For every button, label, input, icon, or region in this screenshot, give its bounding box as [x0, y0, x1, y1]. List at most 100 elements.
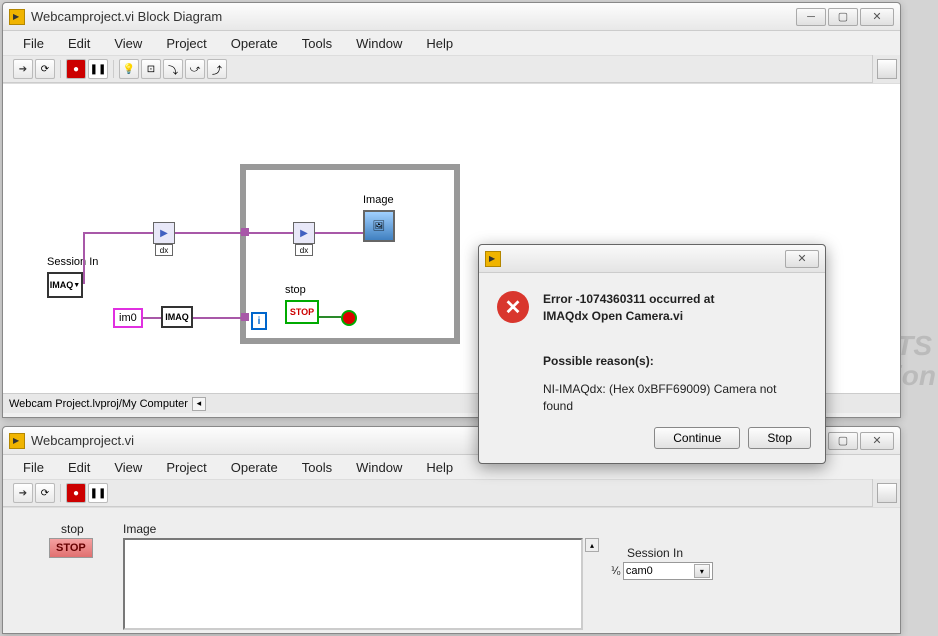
wire	[83, 232, 85, 284]
stop-label: stop	[285, 284, 306, 296]
pause-button[interactable]: ❚❚	[88, 483, 108, 503]
abort-button[interactable]: ●	[66, 59, 86, 79]
dialog-close-button[interactable]: ✕	[785, 250, 819, 268]
front-panel-canvas[interactable]: stop STOP Image ▴ Session In ⅟₀ cam0 ▾	[3, 507, 900, 631]
session-in-control[interactable]: cam0 ▾	[623, 562, 713, 580]
imaqdx-open-camera-node[interactable]: ▶	[153, 222, 175, 244]
session-in-label: Session In	[47, 256, 98, 268]
toolbar: ➔ ⟳ ● ❚❚ ?	[3, 479, 900, 507]
stop-button-terminal[interactable]: STOP	[285, 300, 319, 324]
menu-edit[interactable]: Edit	[58, 458, 100, 477]
labview-vi-icon	[9, 433, 25, 449]
loop-iteration-terminal[interactable]: i	[251, 312, 267, 330]
menu-window[interactable]: Window	[346, 34, 412, 53]
menu-view[interactable]: View	[104, 34, 152, 53]
dialog-body: ✕ Error -1074360311 occurred at IMAQdx O…	[479, 273, 825, 427]
string-constant-im0[interactable]: im0	[113, 308, 143, 328]
imaq-text: IMAQ	[50, 280, 74, 290]
vi-icon[interactable]	[877, 483, 897, 503]
property-node[interactable]: dx	[295, 244, 313, 256]
continue-button[interactable]: Continue	[654, 427, 740, 449]
titlebar[interactable]: Webcamproject.vi Block Diagram ─ ▢ ✕	[3, 3, 900, 31]
stop-label: stop	[61, 522, 84, 536]
error-dialog: ✕ ✕ Error -1074360311 occurred at IMAQdx…	[478, 244, 826, 464]
minimize-button[interactable]: ─	[796, 8, 826, 26]
step-into-button[interactable]: ⤵	[163, 59, 183, 79]
menu-operate[interactable]: Operate	[221, 34, 288, 53]
step-over-button[interactable]: ⤻	[185, 59, 205, 79]
close-button[interactable]: ✕	[860, 432, 894, 450]
play-icon: ▶	[300, 228, 308, 239]
scroll-right-button[interactable]: ◂	[192, 397, 206, 411]
image-display[interactable]	[123, 538, 583, 630]
image-label: Image	[123, 522, 156, 536]
labview-vi-icon	[485, 251, 501, 267]
maximize-button[interactable]: ▢	[828, 432, 858, 450]
toolbar-divider	[60, 60, 61, 78]
menu-view[interactable]: View	[104, 458, 152, 477]
menu-edit[interactable]: Edit	[58, 34, 100, 53]
menu-file[interactable]: File	[13, 34, 54, 53]
menu-help[interactable]: Help	[416, 34, 463, 53]
imaq-create-node[interactable]: IMAQ	[161, 306, 193, 328]
reason-text: NI-IMAQdx: (Hex 0xBFF69009) Camera not f…	[543, 381, 807, 415]
error-title-line2: IMAQdx Open Camera.vi	[543, 309, 683, 323]
pause-button[interactable]: ❚❚	[88, 59, 108, 79]
reason-heading: Possible reason(s):	[543, 353, 807, 370]
run-button[interactable]: ➔	[13, 483, 33, 503]
close-button[interactable]: ✕	[860, 8, 894, 26]
window-title: Webcamproject.vi Block Diagram	[31, 9, 796, 24]
menu-project[interactable]: Project	[156, 458, 216, 477]
wire	[143, 317, 161, 319]
image-indicator[interactable]: 🖼	[363, 210, 395, 242]
toolbar: ➔ ⟳ ● ❚❚ 💡 ⊡ ⤵ ⤻ ⤴ ?	[3, 55, 900, 83]
menu-tools[interactable]: Tools	[292, 34, 342, 53]
maximize-button[interactable]: ▢	[828, 8, 858, 26]
dropdown-button[interactable]: ▾	[694, 564, 710, 578]
image-label: Image	[363, 194, 394, 206]
dialog-text: Error -1074360311 occurred at IMAQdx Ope…	[543, 291, 807, 415]
property-node[interactable]: dx	[155, 244, 173, 256]
labview-vi-icon	[9, 9, 25, 25]
session-index-icon: ⅟₀	[611, 566, 621, 577]
session-value: cam0	[626, 565, 692, 577]
menu-tools[interactable]: Tools	[292, 458, 342, 477]
session-in-control[interactable]: IMAQ▼	[47, 272, 83, 298]
run-continuous-button[interactable]: ⟳	[35, 483, 55, 503]
imaqdx-grab-node[interactable]: ▶	[293, 222, 315, 244]
vi-icon[interactable]	[877, 59, 897, 79]
highlight-execution-button[interactable]: 💡	[119, 59, 139, 79]
menu-help[interactable]: Help	[416, 458, 463, 477]
dialog-buttons: Continue Stop	[479, 427, 825, 463]
stop-button[interactable]: Stop	[748, 427, 811, 449]
wire	[315, 232, 365, 234]
wire	[175, 232, 293, 234]
error-title-line1: Error -1074360311 occurred at	[543, 292, 714, 306]
wire	[83, 232, 153, 234]
session-in-label: Session In	[627, 546, 683, 560]
error-icon: ✕	[497, 291, 529, 323]
toolbar-divider	[60, 484, 61, 502]
wire	[193, 317, 243, 319]
project-path: Webcam Project.lvproj/My Computer	[9, 398, 188, 410]
toolbar-divider	[113, 60, 114, 78]
stop-button[interactable]: STOP	[49, 538, 93, 558]
run-continuous-button[interactable]: ⟳	[35, 59, 55, 79]
menu-project[interactable]: Project	[156, 34, 216, 53]
step-out-button[interactable]: ⤴	[207, 59, 227, 79]
tunnel	[241, 313, 249, 321]
loop-condition-terminal[interactable]	[341, 310, 357, 326]
menu-window[interactable]: Window	[346, 458, 412, 477]
menu-operate[interactable]: Operate	[221, 458, 288, 477]
dialog-titlebar[interactable]: ✕	[479, 245, 825, 273]
watermark-text: TS	[896, 330, 932, 362]
menubar: File Edit View Project Operate Tools Win…	[3, 31, 900, 55]
retain-wire-values-button[interactable]: ⊡	[141, 59, 161, 79]
run-button[interactable]: ➔	[13, 59, 33, 79]
dropdown-arrow-icon: ▼	[73, 282, 80, 289]
abort-button[interactable]: ●	[66, 483, 86, 503]
picture-icon: 🖼	[373, 221, 386, 232]
scroll-up-button[interactable]: ▴	[585, 538, 599, 552]
menu-file[interactable]: File	[13, 458, 54, 477]
play-icon: ▶	[160, 228, 168, 239]
